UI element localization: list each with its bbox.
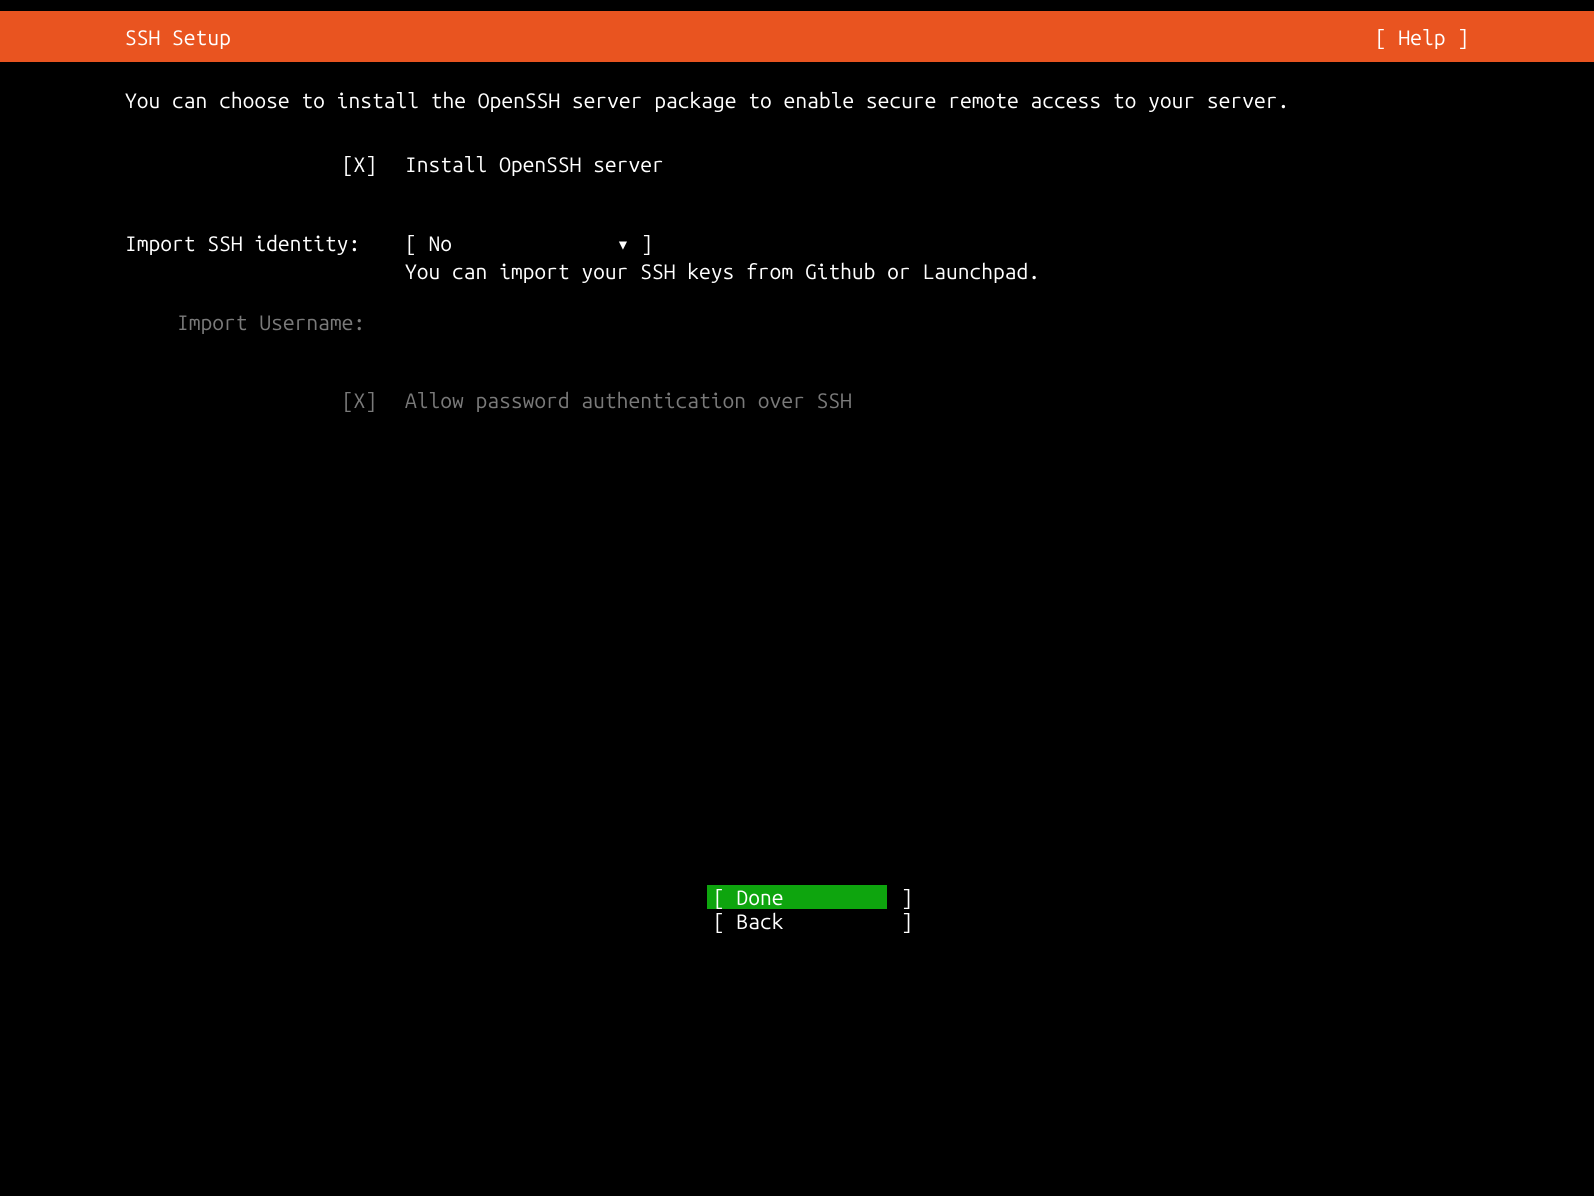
back-button[interactable]: [ Back ] [707, 909, 887, 933]
import-identity-label: Import SSH identity: [125, 231, 360, 255]
help-button[interactable]: [ Help ] [1375, 25, 1469, 49]
allow-password-checkbox: [X] [342, 388, 377, 412]
footer-buttons: [ Done ] [ Back ] [707, 885, 887, 933]
install-openssh-checkbox[interactable]: [X] [342, 152, 377, 176]
page-title: SSH Setup [125, 25, 231, 49]
import-username-label: Import Username: [177, 310, 365, 334]
import-identity-hint: You can import your SSH keys from Github… [405, 258, 1469, 284]
done-button[interactable]: [ Done ] [707, 885, 887, 909]
main-content: You can choose to install the OpenSSH se… [0, 62, 1594, 414]
header-bar: SSH Setup [ Help ] [0, 11, 1594, 62]
install-openssh-label: Install OpenSSH server [405, 152, 664, 176]
import-identity-dropdown[interactable]: [ No ▾ ] [405, 230, 1469, 256]
description-text: You can choose to install the OpenSSH se… [125, 87, 1469, 113]
allow-password-label: Allow password authentication over SSH [405, 388, 852, 412]
